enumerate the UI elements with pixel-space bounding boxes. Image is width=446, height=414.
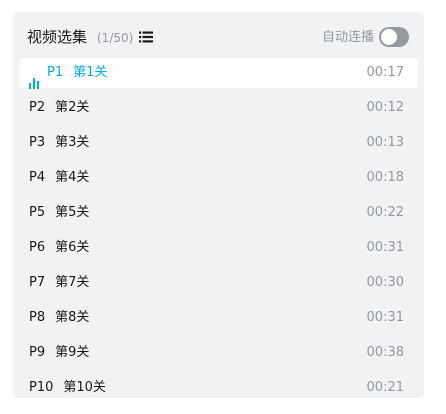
episode-duration: 00:31 <box>366 310 404 325</box>
episode-duration: 00:12 <box>366 100 404 115</box>
episode-part: P9 <box>29 345 46 360</box>
episode-duration: 00:30 <box>366 275 404 290</box>
episode-row[interactable]: P8 第8关 00:31 <box>19 303 418 338</box>
autoplay-label: 自动连播 <box>321 30 374 45</box>
episode-row[interactable]: P1 第1关 00:17 <box>19 58 418 89</box>
episode-part: P10 <box>29 380 54 395</box>
episode-part: P5 <box>29 205 46 220</box>
episode-name: 第3关 <box>55 135 90 150</box>
toggle-knob <box>381 29 397 45</box>
episode-title: P7 第7关 <box>29 268 89 298</box>
episode-row[interactable]: P3 第3关 00:13 <box>19 128 418 163</box>
episode-row[interactable]: P9 第9关 00:38 <box>19 338 418 373</box>
episode-panel-header: 视频选集 (1/50) 自动连播 <box>13 12 424 58</box>
episode-panel: 视频选集 (1/50) 自动连播 P1 第1关 00:17 P2 第2关 00:12 P3 第… <box>13 12 424 398</box>
episode-name: 第4关 <box>55 170 90 185</box>
autoplay-toggle[interactable] <box>379 27 409 47</box>
episode-name: 第10关 <box>63 380 106 395</box>
episode-title: P2 第2关 <box>29 93 89 123</box>
episode-part: P7 <box>29 275 46 290</box>
episode-title: P4 第4关 <box>29 163 89 193</box>
episode-name: 第2关 <box>55 100 90 115</box>
episode-title: P10 第10关 <box>29 373 106 398</box>
episode-name: 第5关 <box>55 205 90 220</box>
episode-part: P8 <box>29 310 46 325</box>
episode-part: P3 <box>29 135 46 150</box>
episode-name: 第9关 <box>55 345 90 360</box>
episode-part: P4 <box>29 170 46 185</box>
episode-part: P2 <box>29 100 46 115</box>
episode-row[interactable]: P5 第5关 00:22 <box>19 198 418 233</box>
episode-row[interactable]: P7 第7关 00:30 <box>19 268 418 303</box>
episode-title: P5 第5关 <box>29 198 89 228</box>
episode-name: 第6关 <box>55 240 90 255</box>
episode-duration: 00:18 <box>366 170 404 185</box>
episode-title: P6 第6关 <box>29 233 89 263</box>
episode-title: P3 第3关 <box>29 128 89 158</box>
episode-duration: 00:38 <box>366 345 404 360</box>
episode-list: P1 第1关 00:17 P2 第2关 00:12 P3 第3关 00:13 P4 第4关 00:18… <box>19 58 418 398</box>
episode-part: P6 <box>29 240 46 255</box>
episode-duration: 00:17 <box>366 65 404 80</box>
episode-title: P9 第9关 <box>29 338 89 368</box>
episode-title: P1 第1关 <box>29 58 108 89</box>
episode-row[interactable]: P2 第2关 00:12 <box>19 93 418 128</box>
episode-part: P1 <box>47 65 64 80</box>
episode-duration: 00:13 <box>366 135 404 150</box>
episode-count: (1/50) <box>97 31 134 45</box>
panel-title: 视频选集 <box>27 28 88 46</box>
episode-duration: 00:22 <box>366 205 404 220</box>
list-icon[interactable] <box>139 31 153 43</box>
episode-name: 第8关 <box>55 310 90 325</box>
episode-duration: 00:21 <box>366 380 404 395</box>
episode-row[interactable]: P4 第4关 00:18 <box>19 163 418 198</box>
playing-bars-icon <box>29 59 43 89</box>
episode-name: 第7关 <box>55 275 90 290</box>
episode-row[interactable]: P6 第6关 00:31 <box>19 233 418 268</box>
episode-name: 第1关 <box>73 65 108 80</box>
episode-duration: 00:31 <box>366 240 404 255</box>
episode-row[interactable]: P10 第10关 00:21 <box>19 373 418 398</box>
episode-title: P8 第8关 <box>29 303 89 333</box>
